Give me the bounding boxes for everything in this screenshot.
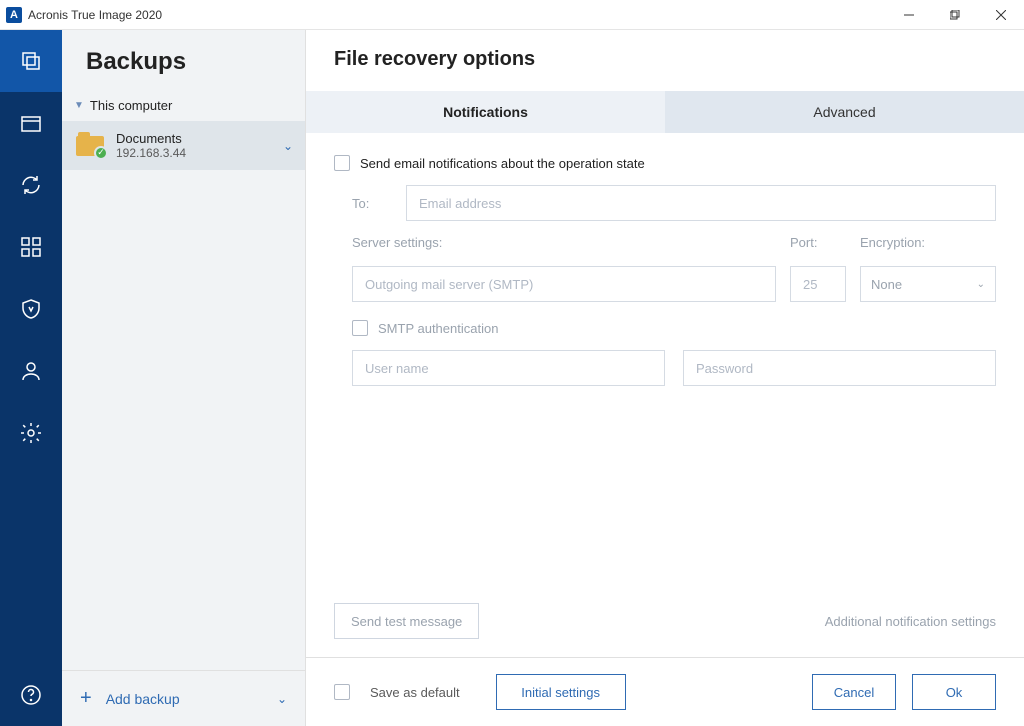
rail-protection-icon[interactable] — [0, 278, 62, 340]
tab-notifications[interactable]: Notifications — [306, 91, 665, 133]
close-button[interactable] — [978, 0, 1024, 30]
to-label: To: — [352, 196, 392, 211]
additional-settings-link[interactable]: Additional notification settings — [825, 614, 996, 629]
send-email-checkbox[interactable] — [334, 155, 350, 171]
plus-icon: + — [80, 687, 92, 710]
rail-settings-icon[interactable] — [0, 402, 62, 464]
nav-rail — [0, 30, 62, 726]
sidebar-header: Backups — [62, 30, 305, 90]
tree-this-computer[interactable]: ▼ This computer — [62, 90, 305, 121]
save-default-checkbox[interactable] — [334, 684, 350, 700]
server-settings-label: Server settings: — [352, 235, 776, 250]
check-badge-icon: ✓ — [94, 146, 108, 160]
folder-icon: ✓ — [76, 136, 104, 156]
app-icon: A — [6, 7, 22, 23]
rail-help-icon[interactable] — [0, 664, 62, 726]
encryption-select[interactable]: None ⌄ — [860, 266, 996, 302]
save-default-label: Save as default — [370, 685, 460, 700]
encryption-label: Encryption: — [860, 235, 996, 250]
send-test-button[interactable]: Send test message — [334, 603, 479, 639]
rail-backup-icon[interactable] — [0, 30, 62, 92]
smtp-auth-label: SMTP authentication — [378, 321, 498, 336]
tree-label: This computer — [90, 98, 172, 113]
rail-account-icon[interactable] — [0, 340, 62, 402]
add-backup-label: Add backup — [106, 691, 180, 707]
rail-tools-icon[interactable] — [0, 216, 62, 278]
smtp-auth-checkbox[interactable] — [352, 320, 368, 336]
content-area: Send email notifications about the opera… — [306, 133, 1024, 603]
send-email-label: Send email notifications about the opera… — [360, 156, 645, 171]
backup-name: Documents — [116, 131, 283, 146]
page-title: File recovery options — [306, 30, 1024, 91]
rail-archive-icon[interactable] — [0, 92, 62, 154]
backup-item-documents[interactable]: ✓ Documents 192.168.3.44 ⌄ — [62, 121, 305, 170]
ok-button[interactable]: Ok — [912, 674, 996, 710]
port-label: Port: — [790, 235, 846, 250]
encryption-value: None — [871, 277, 902, 292]
chevron-down-icon[interactable]: ⌄ — [283, 139, 293, 153]
footer-bar: Save as default Initial settings Cancel … — [306, 657, 1024, 726]
titlebar: A Acronis True Image 2020 — [0, 0, 1024, 30]
email-field[interactable] — [406, 185, 996, 221]
password-field[interactable] — [683, 350, 996, 386]
sidebar: Backups ▼ This computer ✓ Documents 192.… — [62, 30, 306, 726]
chevron-down-icon: ⌄ — [977, 279, 985, 290]
cancel-button[interactable]: Cancel — [812, 674, 896, 710]
port-field[interactable] — [790, 266, 846, 302]
window-controls — [886, 0, 1024, 30]
tabs: Notifications Advanced — [306, 91, 1024, 133]
chevron-down-icon: ⌄ — [277, 692, 287, 706]
minimize-button[interactable] — [886, 0, 932, 30]
rail-sync-icon[interactable] — [0, 154, 62, 216]
smtp-field[interactable] — [352, 266, 776, 302]
caret-down-icon: ▼ — [74, 100, 84, 111]
window-title: Acronis True Image 2020 — [28, 8, 886, 22]
initial-settings-button[interactable]: Initial settings — [496, 674, 626, 710]
username-field[interactable] — [352, 350, 665, 386]
tab-advanced[interactable]: Advanced — [665, 91, 1024, 133]
backup-subtitle: 192.168.3.44 — [116, 146, 283, 160]
main-panel: File recovery options Notifications Adva… — [306, 30, 1024, 726]
maximize-button[interactable] — [932, 0, 978, 30]
add-backup-button[interactable]: + Add backup ⌄ — [62, 670, 305, 726]
